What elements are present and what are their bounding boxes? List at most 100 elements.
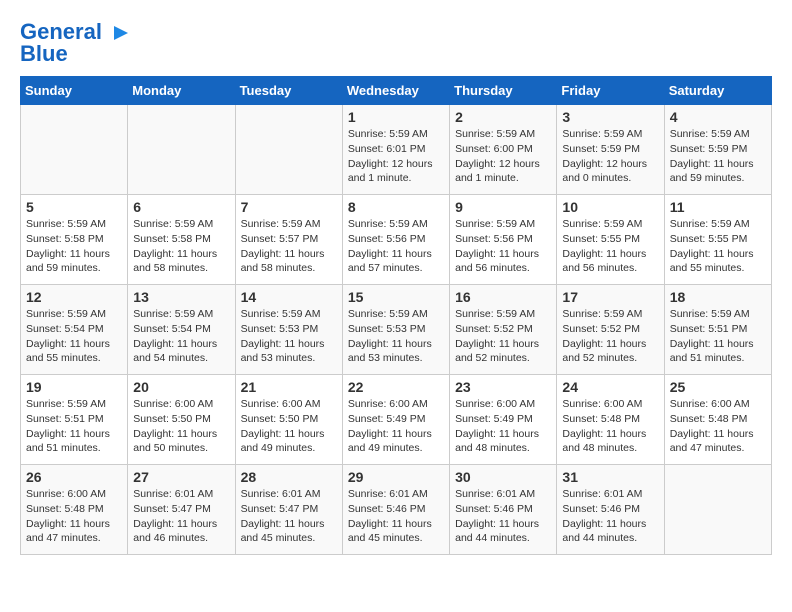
calendar-header-row: SundayMondayTuesdayWednesdayThursdayFrid… xyxy=(21,77,772,105)
day-info: Sunrise: 5:59 AMSunset: 5:55 PMDaylight:… xyxy=(670,217,766,276)
day-info: Sunrise: 5:59 AMSunset: 5:58 PMDaylight:… xyxy=(133,217,229,276)
day-info: Sunrise: 6:00 AMSunset: 5:48 PMDaylight:… xyxy=(670,397,766,456)
calendar-week-row: 12 Sunrise: 5:59 AMSunset: 5:54 PMDayligh… xyxy=(21,285,772,375)
day-number: 22 xyxy=(348,379,444,395)
day-info: Sunrise: 5:59 AMSunset: 5:52 PMDaylight:… xyxy=(562,307,658,366)
day-info: Sunrise: 5:59 AMSunset: 5:53 PMDaylight:… xyxy=(241,307,337,366)
day-number: 17 xyxy=(562,289,658,305)
day-info: Sunrise: 5:59 AMSunset: 5:51 PMDaylight:… xyxy=(26,397,122,456)
day-number: 31 xyxy=(562,469,658,485)
day-number: 19 xyxy=(26,379,122,395)
day-info: Sunrise: 5:59 AMSunset: 5:53 PMDaylight:… xyxy=(348,307,444,366)
day-info: Sunrise: 6:00 AMSunset: 5:50 PMDaylight:… xyxy=(133,397,229,456)
logo: General Blue xyxy=(20,20,132,66)
day-info: Sunrise: 5:59 AMSunset: 5:51 PMDaylight:… xyxy=(670,307,766,366)
calendar-cell xyxy=(235,105,342,195)
day-info: Sunrise: 5:59 AMSunset: 5:56 PMDaylight:… xyxy=(455,217,551,276)
col-header-friday: Friday xyxy=(557,77,664,105)
col-header-sunday: Sunday xyxy=(21,77,128,105)
calendar-cell: 1 Sunrise: 5:59 AMSunset: 6:01 PMDaylight… xyxy=(342,105,449,195)
calendar-cell: 25Sunrise: 6:00 AMSunset: 5:48 PMDayligh… xyxy=(664,375,771,465)
col-header-tuesday: Tuesday xyxy=(235,77,342,105)
day-info: Sunrise: 5:59 AMSunset: 5:54 PMDaylight:… xyxy=(26,307,122,366)
day-number: 10 xyxy=(562,199,658,215)
calendar-cell: 17 Sunrise: 5:59 AMSunset: 5:52 PMDayligh… xyxy=(557,285,664,375)
logo-arrow-icon xyxy=(110,22,132,44)
day-number: 29 xyxy=(348,469,444,485)
calendar-cell: 30 Sunrise: 6:01 AMSunset: 5:46 PMDayligh… xyxy=(450,465,557,555)
calendar-cell: 3 Sunrise: 5:59 AMSunset: 5:59 PMDaylight… xyxy=(557,105,664,195)
calendar-cell: 18 Sunrise: 5:59 AMSunset: 5:51 PMDayligh… xyxy=(664,285,771,375)
calendar-week-row: 19 Sunrise: 5:59 AMSunset: 5:51 PMDayligh… xyxy=(21,375,772,465)
day-info: Sunrise: 5:59 AMSunset: 6:00 PMDaylight:… xyxy=(455,127,551,186)
day-info: Sunrise: 6:00 AMSunset: 5:49 PMDaylight:… xyxy=(455,397,551,456)
day-number: 2 xyxy=(455,109,551,125)
calendar-cell: 7 Sunrise: 5:59 AMSunset: 5:57 PMDaylight… xyxy=(235,195,342,285)
calendar-cell xyxy=(21,105,128,195)
day-number: 28 xyxy=(241,469,337,485)
day-number: 16 xyxy=(455,289,551,305)
day-number: 7 xyxy=(241,199,337,215)
day-number: 9 xyxy=(455,199,551,215)
calendar-cell: 9 Sunrise: 5:59 AMSunset: 5:56 PMDaylight… xyxy=(450,195,557,285)
day-number: 3 xyxy=(562,109,658,125)
day-info: Sunrise: 5:59 AMSunset: 5:55 PMDaylight:… xyxy=(562,217,658,276)
day-info: Sunrise: 6:00 AMSunset: 5:50 PMDaylight:… xyxy=(241,397,337,456)
calendar-cell xyxy=(664,465,771,555)
day-info: Sunrise: 6:00 AMSunset: 5:48 PMDaylight:… xyxy=(26,487,122,546)
day-number: 18 xyxy=(670,289,766,305)
calendar-cell: 4Sunrise: 5:59 AMSunset: 5:59 PMDaylight… xyxy=(664,105,771,195)
day-number: 11 xyxy=(670,199,766,215)
day-number: 21 xyxy=(241,379,337,395)
calendar-cell xyxy=(128,105,235,195)
day-number: 8 xyxy=(348,199,444,215)
day-info: Sunrise: 6:01 AMSunset: 5:46 PMDaylight:… xyxy=(562,487,658,546)
day-number: 12 xyxy=(26,289,122,305)
calendar-cell: 14Sunrise: 5:59 AMSunset: 5:53 PMDayligh… xyxy=(235,285,342,375)
calendar-cell: 31 Sunrise: 6:01 AMSunset: 5:46 PMDayligh… xyxy=(557,465,664,555)
day-info: Sunrise: 6:01 AMSunset: 5:46 PMDaylight:… xyxy=(348,487,444,546)
day-info: Sunrise: 5:59 AMSunset: 5:57 PMDaylight:… xyxy=(241,217,337,276)
calendar-cell: 23Sunrise: 6:00 AMSunset: 5:49 PMDayligh… xyxy=(450,375,557,465)
calendar-cell: 21 Sunrise: 6:00 AMSunset: 5:50 PMDayligh… xyxy=(235,375,342,465)
calendar-cell: 24 Sunrise: 6:00 AMSunset: 5:48 PMDayligh… xyxy=(557,375,664,465)
day-info: Sunrise: 6:01 AMSunset: 5:47 PMDaylight:… xyxy=(133,487,229,546)
calendar-cell: 22Sunrise: 6:00 AMSunset: 5:49 PMDayligh… xyxy=(342,375,449,465)
calendar-cell: 5Sunrise: 5:59 AMSunset: 5:58 PMDaylight… xyxy=(21,195,128,285)
calendar-cell: 11 Sunrise: 5:59 AMSunset: 5:55 PMDayligh… xyxy=(664,195,771,285)
day-info: Sunrise: 6:00 AMSunset: 5:48 PMDaylight:… xyxy=(562,397,658,456)
day-number: 27 xyxy=(133,469,229,485)
calendar-cell: 20Sunrise: 6:00 AMSunset: 5:50 PMDayligh… xyxy=(128,375,235,465)
day-number: 30 xyxy=(455,469,551,485)
calendar-cell: 6Sunrise: 5:59 AMSunset: 5:58 PMDaylight… xyxy=(128,195,235,285)
calendar-week-row: 5Sunrise: 5:59 AMSunset: 5:58 PMDaylight… xyxy=(21,195,772,285)
calendar-cell: 2 Sunrise: 5:59 AMSunset: 6:00 PMDaylight… xyxy=(450,105,557,195)
day-number: 1 xyxy=(348,109,444,125)
calendar-cell: 13 Sunrise: 5:59 AMSunset: 5:54 PMDayligh… xyxy=(128,285,235,375)
col-header-thursday: Thursday xyxy=(450,77,557,105)
day-info: Sunrise: 6:01 AMSunset: 5:47 PMDaylight:… xyxy=(241,487,337,546)
day-number: 15 xyxy=(348,289,444,305)
calendar-week-row: 26Sunrise: 6:00 AMSunset: 5:48 PMDayligh… xyxy=(21,465,772,555)
day-number: 13 xyxy=(133,289,229,305)
page-header: General Blue xyxy=(20,20,772,66)
day-info: Sunrise: 6:01 AMSunset: 5:46 PMDaylight:… xyxy=(455,487,551,546)
col-header-monday: Monday xyxy=(128,77,235,105)
day-info: Sunrise: 5:59 AMSunset: 5:52 PMDaylight:… xyxy=(455,307,551,366)
col-header-saturday: Saturday xyxy=(664,77,771,105)
day-info: Sunrise: 5:59 AMSunset: 5:59 PMDaylight:… xyxy=(670,127,766,186)
calendar-cell: 27 Sunrise: 6:01 AMSunset: 5:47 PMDayligh… xyxy=(128,465,235,555)
calendar-cell: 29 Sunrise: 6:01 AMSunset: 5:46 PMDayligh… xyxy=(342,465,449,555)
calendar-cell: 26Sunrise: 6:00 AMSunset: 5:48 PMDayligh… xyxy=(21,465,128,555)
calendar-cell: 12 Sunrise: 5:59 AMSunset: 5:54 PMDayligh… xyxy=(21,285,128,375)
calendar-week-row: 1 Sunrise: 5:59 AMSunset: 6:01 PMDaylight… xyxy=(21,105,772,195)
day-number: 24 xyxy=(562,379,658,395)
calendar-table: SundayMondayTuesdayWednesdayThursdayFrid… xyxy=(20,76,772,555)
calendar-cell: 28 Sunrise: 6:01 AMSunset: 5:47 PMDayligh… xyxy=(235,465,342,555)
day-info: Sunrise: 5:59 AMSunset: 5:54 PMDaylight:… xyxy=(133,307,229,366)
day-info: Sunrise: 5:59 AMSunset: 6:01 PMDaylight:… xyxy=(348,127,444,186)
calendar-cell: 8Sunrise: 5:59 AMSunset: 5:56 PMDaylight… xyxy=(342,195,449,285)
calendar-cell: 15 Sunrise: 5:59 AMSunset: 5:53 PMDayligh… xyxy=(342,285,449,375)
day-info: Sunrise: 5:59 AMSunset: 5:59 PMDaylight:… xyxy=(562,127,658,186)
logo-blue: Blue xyxy=(20,42,132,66)
